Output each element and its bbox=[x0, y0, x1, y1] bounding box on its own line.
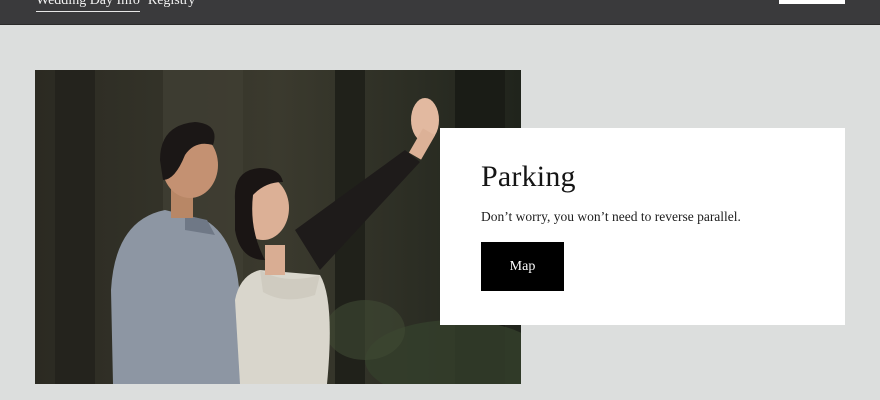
header-button[interactable] bbox=[779, 0, 845, 4]
map-button[interactable]: Map bbox=[481, 242, 564, 291]
nav-link-registry[interactable]: Registry bbox=[148, 0, 195, 12]
site-header: Wedding Day Info Registry bbox=[0, 0, 880, 25]
parking-card: Parking Don’t worry, you won’t need to r… bbox=[440, 128, 845, 325]
parking-title: Parking bbox=[481, 160, 576, 193]
nav-link-wedding-day-info[interactable]: Wedding Day Info bbox=[36, 0, 140, 12]
header-nav: Wedding Day Info Registry bbox=[36, 0, 195, 12]
parking-description: Don’t worry, you won’t need to reverse p… bbox=[481, 209, 741, 224]
